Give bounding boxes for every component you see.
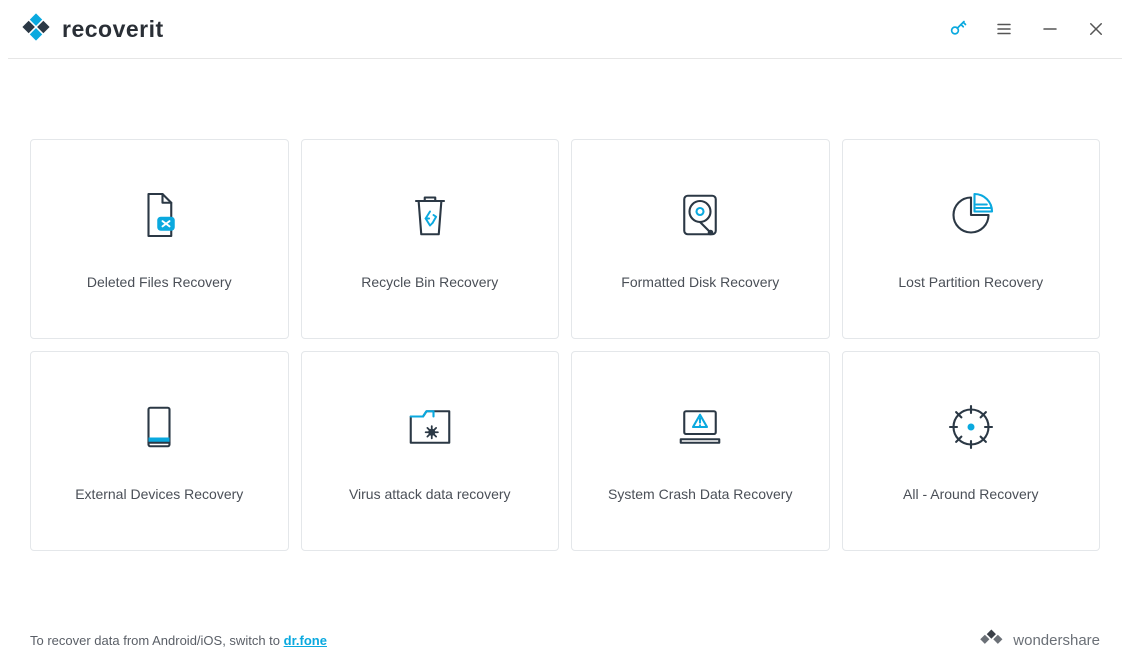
recycle-bin-icon [402,180,458,250]
card-label: System Crash Data Recovery [608,486,792,502]
card-label: Lost Partition Recovery [898,274,1043,290]
card-label: Deleted Files Recovery [87,274,232,290]
minimize-button[interactable] [1040,19,1060,39]
card-lost-partition[interactable]: Lost Partition Recovery [842,139,1101,339]
card-label: All - Around Recovery [903,486,1038,502]
brand-name: recoverit [62,16,164,43]
brand: recoverit [20,11,164,48]
close-button[interactable] [1086,19,1106,39]
card-label: Virus attack data recovery [349,486,511,502]
virus-folder-icon [402,392,458,462]
card-system-crash[interactable]: System Crash Data Recovery [571,351,830,551]
card-label: Formatted Disk Recovery [621,274,779,290]
device-icon [131,392,187,462]
card-label: External Devices Recovery [75,486,243,502]
card-all-around[interactable]: All - Around Recovery [842,351,1101,551]
company-brand: wondershare [979,628,1100,652]
activate-key-button[interactable] [948,19,968,39]
disk-icon [672,180,728,250]
footer: To recover data from Android/iOS, switch… [0,628,1130,652]
drfone-link[interactable]: dr.fone [284,633,327,648]
logo-icon [20,11,52,48]
card-deleted-files[interactable]: Deleted Files Recovery [30,139,289,339]
wondershare-logo-icon [979,628,1005,652]
menu-button[interactable] [994,19,1014,39]
partition-pie-icon [943,180,999,250]
footer-prefix: To recover data from Android/iOS, switch… [30,633,280,648]
app-header: recoverit [0,0,1130,58]
card-external-devices[interactable]: External Devices Recovery [30,351,289,551]
recovery-options-grid: Deleted Files Recovery Recycle Bin Recov… [0,59,1130,551]
card-label: Recycle Bin Recovery [361,274,498,290]
card-recycle-bin[interactable]: Recycle Bin Recovery [301,139,560,339]
footer-note: To recover data from Android/iOS, switch… [30,633,327,648]
company-name: wondershare [1013,632,1100,649]
card-formatted-disk[interactable]: Formatted Disk Recovery [571,139,830,339]
card-virus-attack[interactable]: Virus attack data recovery [301,351,560,551]
window-controls [948,19,1106,39]
crash-laptop-icon [672,392,728,462]
compass-icon [943,392,999,462]
file-x-icon [131,180,187,250]
